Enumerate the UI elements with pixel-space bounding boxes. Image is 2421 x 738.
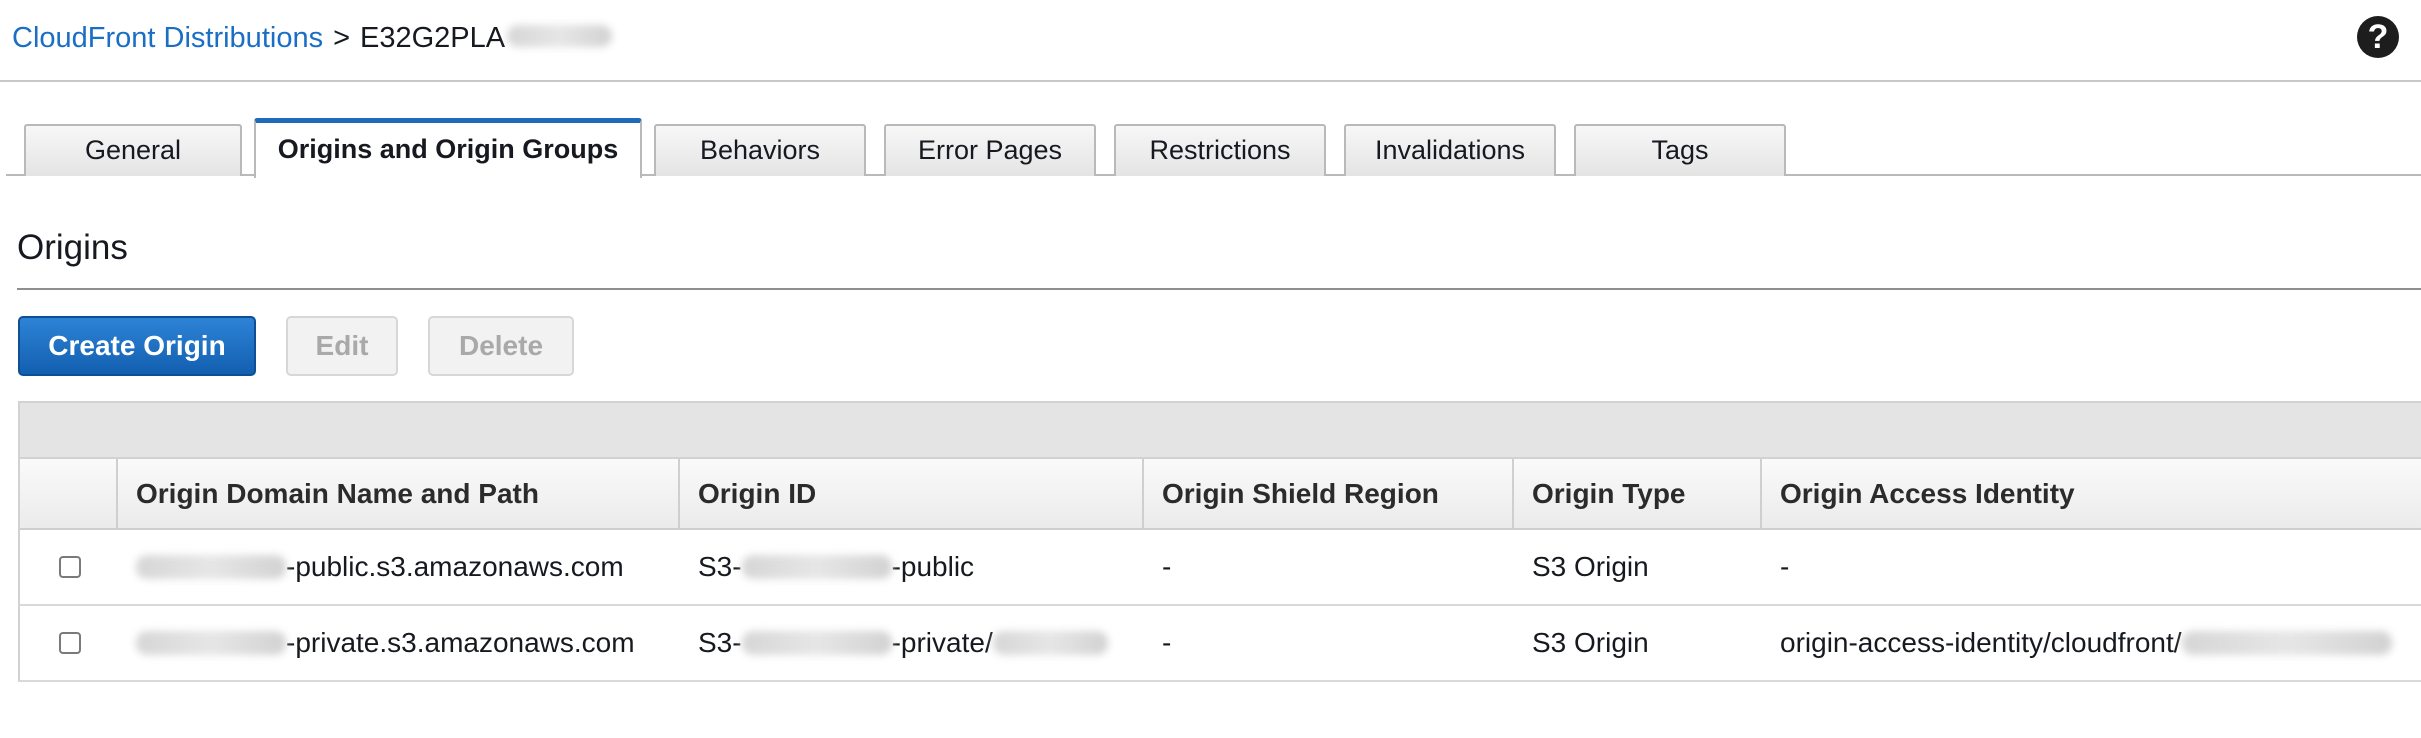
table-header: Origin Domain Name and Path Origin ID Or…: [18, 459, 2421, 530]
table-row[interactable]: -private.s3.amazonaws.com S3- -private/ -…: [18, 606, 2421, 682]
cell-origin-id: S3- -private/: [680, 606, 1144, 680]
breadcrumb-link-distributions[interactable]: CloudFront Distributions: [12, 22, 323, 54]
section-divider: [17, 288, 2421, 290]
domain-suffix: -public.s3.amazonaws.com: [286, 551, 624, 582]
row-checkbox[interactable]: [59, 632, 81, 654]
breadcrumb-separator: >: [333, 22, 351, 54]
row-select-cell: [20, 530, 118, 604]
cell-origin-id: S3- -public: [680, 530, 1144, 604]
table-row[interactable]: -public.s3.amazonaws.com S3- -public - S3…: [18, 530, 2421, 606]
origin-id-suffix: -public: [891, 551, 975, 582]
tab-restrictions[interactable]: Restrictions: [1114, 124, 1326, 176]
cell-origin-type: S3 Origin: [1532, 627, 1649, 658]
redacted-text: [507, 25, 613, 48]
cell-shield-region: -: [1162, 551, 1172, 582]
origins-table: Origin Domain Name and Path Origin ID Or…: [18, 401, 2421, 682]
redacted-text: [136, 630, 286, 655]
cell-domain: -private.s3.amazonaws.com: [118, 606, 680, 680]
cell-access-identity: origin-access-identity/cloudfront/: [1762, 606, 2421, 680]
page-header: CloudFront Distributions > E32G2PLA ?: [0, 0, 2421, 82]
column-header-origin-type[interactable]: Origin Type: [1514, 459, 1762, 528]
help-icon[interactable]: ?: [2357, 16, 2399, 58]
row-checkbox[interactable]: [59, 556, 81, 578]
column-header-origin-id[interactable]: Origin ID: [680, 459, 1144, 528]
redacted-text: [992, 630, 1108, 655]
tab-bar: General Origins and Origin Groups Behavi…: [6, 118, 2421, 178]
redacted-text: [2181, 630, 2392, 655]
origin-id-prefix: S3-: [698, 627, 742, 658]
create-origin-button[interactable]: Create Origin: [18, 316, 256, 376]
cell-domain: -public.s3.amazonaws.com: [118, 530, 680, 604]
cell-access-identity: -: [1780, 551, 1790, 582]
access-identity-prefix: origin-access-identity/cloudfront/: [1780, 627, 2182, 658]
tab-error-pages[interactable]: Error Pages: [884, 124, 1096, 176]
tab-behaviors[interactable]: Behaviors: [654, 124, 866, 176]
delete-button[interactable]: Delete: [428, 316, 574, 376]
edit-button[interactable]: Edit: [286, 316, 398, 376]
tab-tags[interactable]: Tags: [1574, 124, 1786, 176]
redacted-text: [741, 630, 892, 655]
tab-invalidations[interactable]: Invalidations: [1344, 124, 1556, 176]
column-header-select: [20, 459, 118, 528]
column-header-domain[interactable]: Origin Domain Name and Path: [118, 459, 680, 528]
breadcrumb: CloudFront Distributions > E32G2PLA: [12, 18, 613, 58]
tab-origins-and-origin-groups[interactable]: Origins and Origin Groups: [254, 118, 642, 178]
column-header-shield-region[interactable]: Origin Shield Region: [1144, 459, 1514, 528]
origin-id-suffix: -private/: [891, 627, 993, 658]
redacted-text: [136, 554, 286, 579]
column-header-access-identity[interactable]: Origin Access Identity: [1762, 459, 2421, 528]
table-toolbar: [18, 401, 2421, 459]
cell-origin-type: S3 Origin: [1532, 551, 1649, 582]
section-title-origins: Origins: [17, 228, 128, 267]
row-select-cell: [20, 606, 118, 680]
cell-shield-region: -: [1162, 627, 1172, 658]
tab-general[interactable]: General: [24, 124, 242, 176]
redacted-text: [741, 554, 892, 579]
breadcrumb-current-distribution: E32G2PLA: [360, 22, 506, 54]
domain-suffix: -private.s3.amazonaws.com: [286, 627, 635, 658]
origin-id-prefix: S3-: [698, 551, 742, 582]
